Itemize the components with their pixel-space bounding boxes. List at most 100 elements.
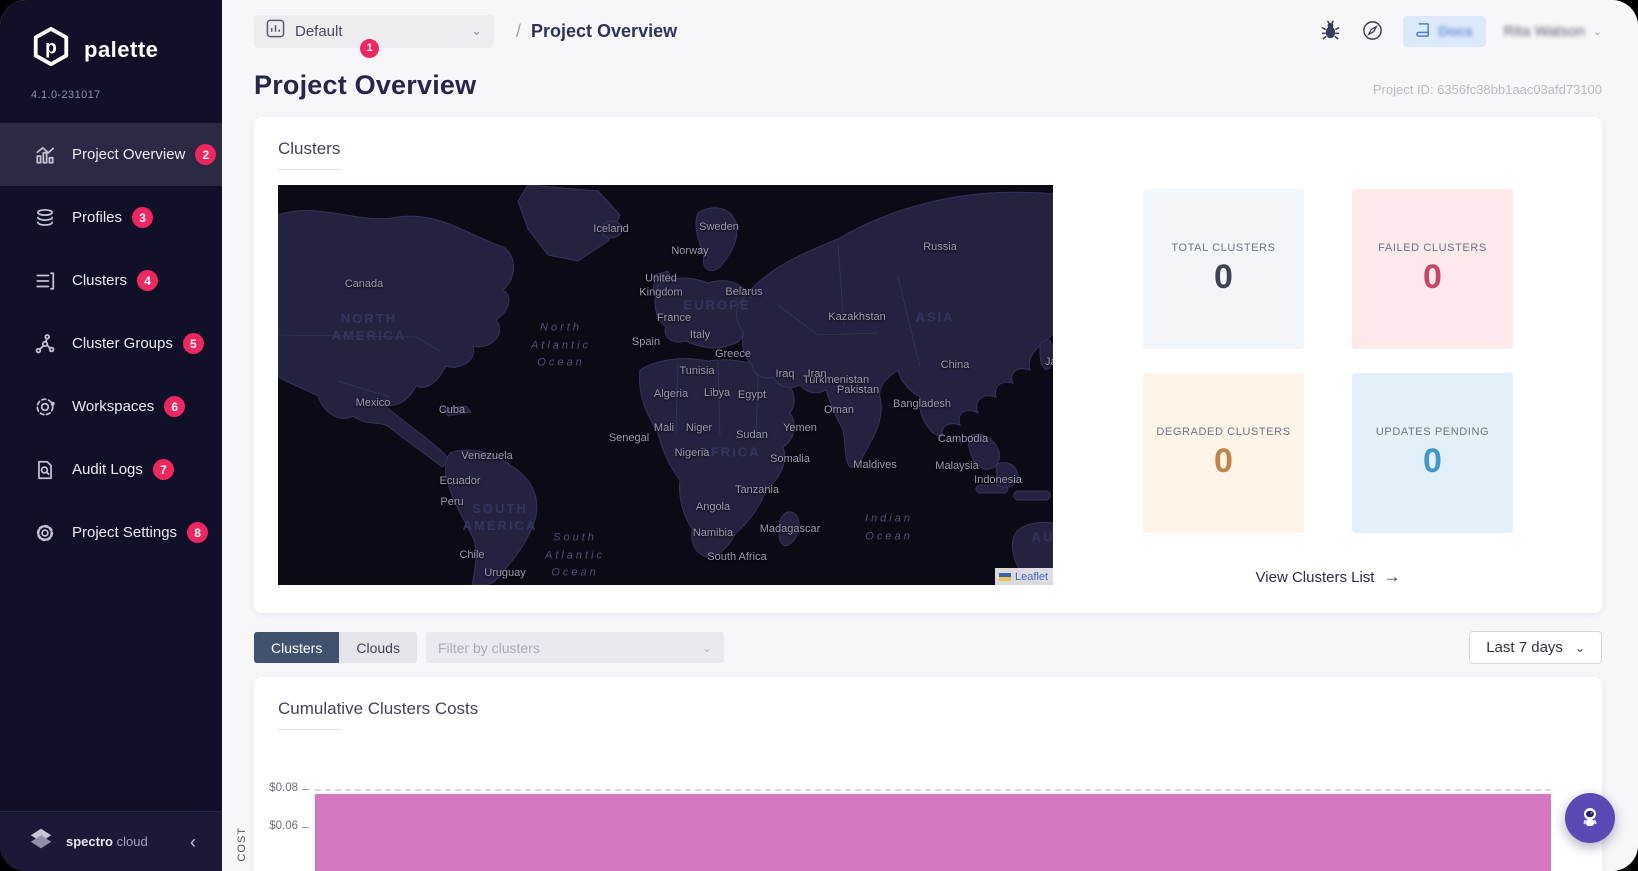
stat-label: TOTAL CLUSTERS [1171, 241, 1276, 254]
docs-button-label: Docs [1438, 23, 1473, 39]
sidebar: p palette 4.1.0-231017 Project Overview … [0, 0, 222, 871]
scope-tabs: Clusters Clouds [254, 632, 417, 663]
sidebar-footer: spectro cloud ‹ [0, 811, 222, 871]
heading-underline [278, 729, 340, 730]
page-header: Project Overview Project ID: 6356fc38bb1… [254, 70, 1602, 101]
spectro-cloud-logo-icon [26, 825, 56, 858]
stat-value: 0 [1214, 257, 1233, 296]
breadcrumb-separator: / [516, 20, 522, 41]
breadcrumb-current[interactable]: Project Overview [531, 21, 677, 42]
tour-step-badge: 7 [152, 459, 174, 480]
chart-overview-icon [34, 144, 56, 166]
tour-step-badge: 5 [182, 333, 204, 354]
clusters-card: Clusters NORTH AMERICA EUROPE ASIA AFRIC… [254, 117, 1602, 613]
y-axis-label: COST [236, 827, 248, 862]
stat-label: UPDATES PENDING [1375, 425, 1490, 438]
gear-icon [34, 522, 56, 544]
user-name: Rita Watson [1503, 22, 1585, 40]
stat-label: FAILED CLUSTERS [1378, 241, 1487, 254]
tour-step-badge: 4 [137, 270, 159, 291]
chevron-down-icon: ⌄ [701, 640, 712, 655]
svg-text:p: p [45, 38, 57, 59]
filter-placeholder: Filter by clusters [437, 639, 540, 656]
sidebar-item-clusters[interactable]: Clusters 4 [0, 249, 222, 312]
app-logo: p palette [0, 0, 222, 73]
topbar: Default ⌄ 1 / Project Overview Docs Rita… [254, 0, 1602, 62]
tab-clusters[interactable]: Clusters [254, 632, 340, 663]
app-name: palette [84, 36, 159, 62]
leaflet-attribution-label: Leaflet [1014, 570, 1048, 583]
tour-step-badge: 2 [195, 144, 217, 165]
project-selector-dropdown[interactable]: Default ⌄ 1 [254, 14, 494, 58]
server-list-icon [34, 270, 56, 292]
spectro-cloud-wordmark: spectro cloud [66, 834, 148, 849]
ukraine-flag-icon [998, 572, 1011, 581]
document-search-icon [34, 459, 56, 481]
app-version: 4.1.0-231017 [31, 89, 101, 101]
y-tick-006: $0.06 [269, 820, 298, 832]
stat-card-failed-clusters: FAILED CLUSTERS 0 [1352, 189, 1513, 349]
stat-label: DEGRADED CLUSTERS [1156, 425, 1291, 438]
sidebar-collapse-chevron-icon[interactable]: ‹ [190, 833, 196, 851]
sidebar-item-audit-logs[interactable]: Audit Logs 7 [0, 438, 222, 501]
main-area: Default ⌄ 1 / Project Overview Docs Rita… [222, 0, 1638, 871]
sidebar-item-cluster-groups[interactable]: Cluster Groups 5 [0, 312, 222, 375]
stat-value: 0 [1214, 441, 1233, 480]
assistant-fab-button[interactable] [1565, 793, 1615, 843]
chevron-down-icon: ⌄ [1574, 640, 1585, 655]
filter-by-clusters-select[interactable]: Filter by clusters ⌄ [425, 632, 724, 663]
y-tick-008: $0.08 [269, 782, 298, 794]
sidebar-item-project-settings[interactable]: Project Settings 8 [0, 501, 222, 564]
y-tick-mark [302, 827, 309, 828]
tour-step-badge: 8 [187, 522, 209, 543]
project-chart-icon [266, 19, 285, 43]
cost-area-series [315, 794, 1551, 871]
sidebar-item-workspaces[interactable]: Workspaces 6 [0, 375, 222, 438]
stat-value: 0 [1423, 257, 1442, 296]
arrow-right-icon: → [1383, 567, 1401, 586]
network-nodes-icon [34, 333, 56, 355]
tour-step-badge-1: 1 [360, 38, 379, 58]
sidebar-item-project-overview[interactable]: Project Overview 2 [0, 123, 222, 186]
map-attribution[interactable]: Leaflet [994, 568, 1053, 585]
project-id: Project ID: 6356fc38bb1aac03afd73100 [1372, 82, 1602, 97]
orbit-icon [34, 396, 56, 418]
clusters-card-title: Clusters [278, 139, 341, 158]
astronaut-icon [1577, 804, 1603, 833]
project-selector-value: Default [295, 22, 343, 40]
cluster-stats: TOTAL CLUSTERS 0 FAILED CLUSTERS 0 DEGRA… [1143, 185, 1513, 587]
costs-chart-card: Cumulative Clusters Costs $0.08 $0.06 CO… [236, 677, 1602, 871]
bug-report-icon[interactable] [1319, 19, 1343, 43]
tour-step-badge: 3 [132, 207, 154, 228]
stat-value: 0 [1423, 441, 1442, 480]
chart-title: Cumulative Clusters Costs [278, 699, 479, 718]
page-title: Project Overview [254, 70, 477, 100]
help-compass-icon[interactable] [1361, 19, 1385, 43]
chevron-down-icon: ⌄ [471, 23, 482, 38]
breadcrumb: / Project Overview [516, 21, 677, 42]
layers-icon [34, 207, 56, 229]
map-landmass [278, 185, 1053, 585]
stat-card-degraded-clusters: DEGRADED CLUSTERS 0 [1143, 373, 1304, 533]
y-tick-mark [302, 789, 309, 790]
topbar-actions: Docs Rita Watson ⌄ [1319, 15, 1602, 47]
tab-clouds[interactable]: Clouds [339, 632, 417, 663]
chevron-down-icon: ⌄ [1592, 25, 1602, 38]
cluster-stats-grid: TOTAL CLUSTERS 0 FAILED CLUSTERS 0 DEGRA… [1143, 189, 1513, 533]
tour-step-badge: 6 [164, 396, 186, 417]
view-clusters-list-link[interactable]: View Clusters List → [1143, 567, 1513, 587]
filter-bar: Clusters Clouds Filter by clusters ⌄ Last… [254, 631, 1602, 664]
docs-button[interactable]: Docs [1403, 15, 1486, 47]
clusters-world-map[interactable]: NORTH AMERICA EUROPE ASIA AFRICA SOUTH AMERI… [278, 185, 1053, 585]
palette-logo-icon: p [30, 26, 72, 73]
user-menu[interactable]: Rita Watson ⌄ [1504, 23, 1602, 40]
sidebar-nav: Project Overview 2 Profiles 3 Clusters 4… [0, 123, 222, 564]
dashed-gridline [315, 789, 1551, 791]
heading-underline [278, 169, 340, 170]
date-range-dropdown[interactable]: Last 7 days ⌄ [1469, 631, 1602, 664]
app-window: p palette 4.1.0-231017 Project Overview … [0, 0, 1638, 871]
stat-card-total-clusters: TOTAL CLUSTERS 0 [1143, 189, 1304, 349]
book-icon [1416, 22, 1431, 41]
sidebar-item-profiles[interactable]: Profiles 3 [0, 186, 222, 249]
stat-card-updates-pending: UPDATES PENDING 0 [1352, 373, 1513, 533]
